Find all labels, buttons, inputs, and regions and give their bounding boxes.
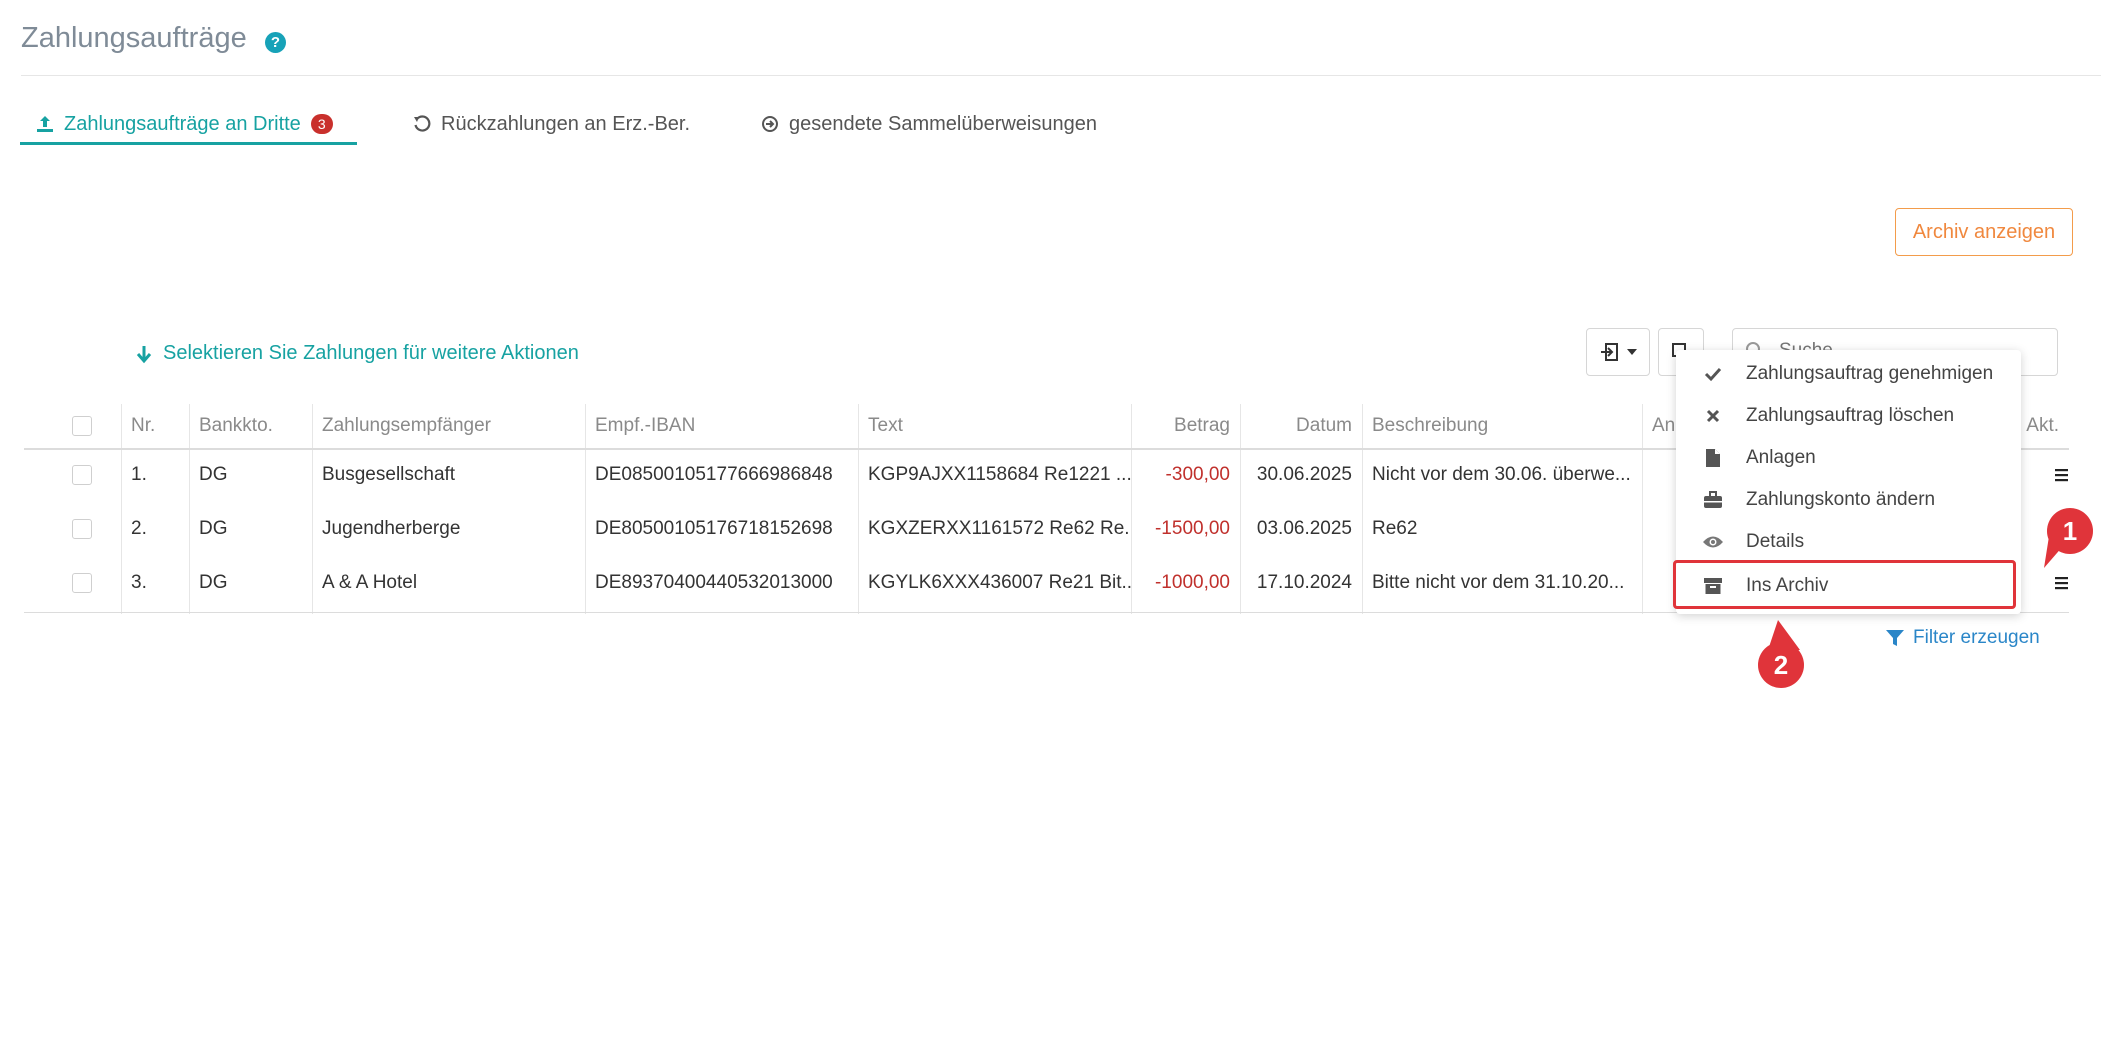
page-title: Zahlungsaufträge <box>21 22 247 54</box>
cell-nr: 2. <box>131 518 147 539</box>
cell-amount: -300,00 <box>1165 464 1230 485</box>
filter-icon <box>1886 630 1904 646</box>
tab-label: Zahlungsaufträge an Dritte <box>64 112 301 135</box>
menu-item-details[interactable]: Details <box>1676 522 2021 562</box>
cell-nr: 1. <box>131 464 147 485</box>
tab-zahlungsauftraege-an-dritte[interactable]: Zahlungsaufträge an Dritte 3 <box>36 106 333 142</box>
cell-text: KGXZERXX1161572 Re62 Re... <box>868 518 1131 539</box>
count-badge: 3 <box>310 114 333 134</box>
cell-recipient: Busgesellschaft <box>322 464 456 485</box>
cell-date: 17.10.2024 <box>1256 572 1352 593</box>
select-all-cell[interactable] <box>62 404 112 448</box>
cell-description: Nicht vor dem 30.06. überwe... <box>1372 464 1631 485</box>
check-icon <box>1702 366 1724 382</box>
show-archive-button[interactable]: Archiv anzeigen <box>1895 208 2073 256</box>
header-text[interactable]: Text <box>858 404 1131 448</box>
header-divider <box>21 75 2101 76</box>
export-dropdown-button[interactable] <box>1586 328 1650 376</box>
cell-amount: -1500,00 <box>1154 518 1230 539</box>
menu-item-label: Zahlungskonto ändern <box>1746 489 1936 510</box>
selection-hint-label: Selektieren Sie Zahlungen für weitere Ak… <box>163 342 579 364</box>
menu-item-label: Details <box>1746 531 1805 552</box>
create-filter-label: Filter erzeugen <box>1913 627 2040 648</box>
caret-down-icon <box>1627 349 1637 355</box>
menu-item-delete[interactable]: Zahlungsauftrag löschen <box>1676 396 2021 436</box>
cell-bankkto: DG <box>199 464 228 485</box>
cell-iban: DE89370400440532013000 <box>595 572 833 593</box>
header-datum[interactable]: Datum <box>1240 404 1362 448</box>
menu-item-change-account[interactable]: Zahlungskonto ändern <box>1676 480 2021 520</box>
cell-bankkto: DG <box>199 518 228 539</box>
cell-bankkto: DG <box>199 572 228 593</box>
cell-text: KGP9AJXX1158684 Re1221 ... <box>868 464 1131 485</box>
row-actions-menu-icon[interactable] <box>2054 576 2070 590</box>
cell-recipient: A & A Hotel <box>322 572 418 593</box>
cell-description: Re62 <box>1372 518 1418 539</box>
export-icon <box>1601 343 1618 361</box>
cell-iban: DE80500105176718152698 <box>595 518 833 539</box>
arrow-down-icon <box>136 345 152 363</box>
row-select-cell[interactable] <box>62 556 112 610</box>
briefcase-icon <box>1702 491 1724 509</box>
cell-description: Bitte nicht vor dem 31.10.20... <box>1372 572 1625 593</box>
active-tab-indicator <box>20 142 357 145</box>
callout-2: 2 <box>1758 642 1804 688</box>
header-beschreibung[interactable]: Beschreibung <box>1362 404 1642 448</box>
cell-iban: DE08500105177666986848 <box>595 464 833 485</box>
tab-label: Rückzahlungen an Erz.-Ber. <box>441 112 691 135</box>
row-checkbox[interactable] <box>72 573 92 593</box>
upload-icon <box>37 116 53 132</box>
select-all-checkbox[interactable] <box>72 416 92 436</box>
cell-date: 30.06.2025 <box>1256 464 1352 485</box>
row-select-cell[interactable] <box>62 502 112 556</box>
menu-item-approve[interactable]: Zahlungsauftrag genehmigen <box>1676 354 2021 394</box>
undo-icon <box>414 115 431 132</box>
menu-item-attachments[interactable]: Anlagen <box>1676 438 2021 478</box>
selection-hint: Selektieren Sie Zahlungen für weitere Ak… <box>135 342 579 365</box>
header-betrag[interactable]: Betrag <box>1131 404 1240 448</box>
circle-arrow-right-icon <box>762 116 778 132</box>
file-icon <box>1702 448 1724 468</box>
times-icon <box>1702 408 1724 424</box>
header-nr[interactable]: Nr. <box>121 404 189 448</box>
header-bankkto[interactable]: Bankkto. <box>189 404 312 448</box>
eye-icon <box>1702 535 1724 549</box>
tab-gesendete-sammelueberweisungen[interactable]: gesendete Sammelüberweisungen <box>761 106 1097 142</box>
menu-item-label: Zahlungsauftrag löschen <box>1746 405 1955 426</box>
header-zahlungsempfaenger[interactable]: Zahlungsempfänger <box>312 404 585 448</box>
tab-rueckzahlungen[interactable]: Rückzahlungen an Erz.-Ber. <box>413 106 690 142</box>
callout-1: 1 <box>2047 508 2093 554</box>
row-checkbox[interactable] <box>72 465 92 485</box>
cell-text: KGYLK6XXX436007 Re21 Bit... <box>868 572 1131 593</box>
tab-label: gesendete Sammelüberweisungen <box>789 112 1097 135</box>
help-icon[interactable]: ? <box>265 32 286 53</box>
row-actions-menu-icon[interactable] <box>2054 468 2070 482</box>
row-select-cell[interactable] <box>62 448 112 502</box>
cell-amount: -1000,00 <box>1154 572 1230 593</box>
row-checkbox[interactable] <box>72 519 92 539</box>
cell-recipient: Jugendherberge <box>322 518 461 539</box>
header-empf-iban[interactable]: Empf.-IBAN <box>585 404 858 448</box>
create-filter-link[interactable]: Filter erzeugen <box>1885 627 2040 649</box>
menu-item-label: Anlagen <box>1746 447 1816 468</box>
cell-date: 03.06.2025 <box>1256 518 1352 539</box>
highlight-box <box>1673 560 2016 609</box>
cell-nr: 3. <box>131 572 147 593</box>
menu-item-label: Zahlungsauftrag genehmigen <box>1746 363 1994 384</box>
